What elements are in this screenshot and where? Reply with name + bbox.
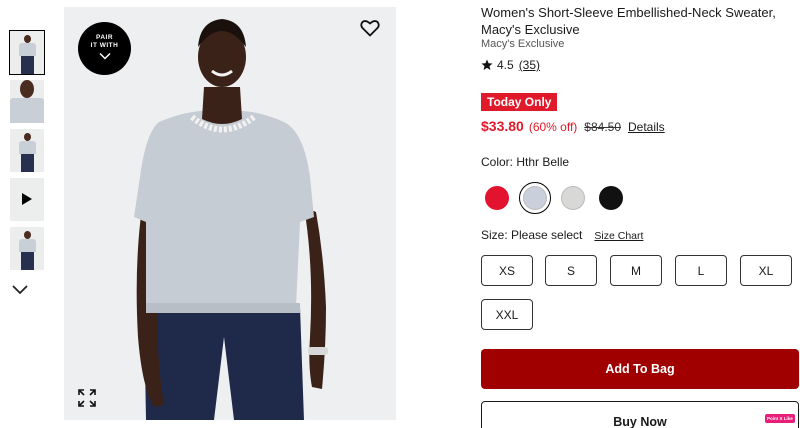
- thumbnail-strip: [9, 30, 46, 276]
- pair-badge-line2: IT WITH: [90, 42, 119, 49]
- today-only-badge: Today Only: [481, 93, 558, 111]
- thumbnail-3[interactable]: [10, 129, 44, 172]
- size-row: Size: Please select Size Chart: [481, 228, 643, 242]
- expand-icon[interactable]: [78, 389, 96, 407]
- thumbnail-5[interactable]: [10, 227, 44, 270]
- discount-percent: (60% off): [528, 120, 578, 134]
- main-product-image[interactable]: PAIR IT WITH: [64, 7, 396, 420]
- thumbnail-2[interactable]: [10, 80, 44, 123]
- brand-name[interactable]: Macy's Exclusive: [481, 38, 564, 50]
- review-count-link[interactable]: (35): [519, 58, 540, 72]
- swatch-black[interactable]: [595, 182, 627, 214]
- chevron-down-icon[interactable]: [11, 283, 29, 295]
- original-price: $84.50: [584, 120, 621, 134]
- swatch-light-gray[interactable]: [557, 182, 589, 214]
- pair-it-with-button[interactable]: PAIR IT WITH: [78, 22, 131, 75]
- point-like-badge[interactable]: Point X Like: [765, 414, 795, 423]
- size-xl-button[interactable]: XL: [740, 255, 792, 286]
- add-to-bag-button[interactable]: Add To Bag: [481, 349, 799, 389]
- heart-icon[interactable]: [360, 19, 380, 37]
- chevron-down-icon: [98, 52, 111, 60]
- size-xs-button[interactable]: XS: [481, 255, 533, 286]
- price-details-link[interactable]: Details: [628, 120, 665, 134]
- current-price: $33.80: [481, 118, 524, 134]
- size-l-button[interactable]: L: [675, 255, 727, 286]
- size-m-button[interactable]: M: [610, 255, 662, 286]
- size-chart-link[interactable]: Size Chart: [594, 230, 643, 242]
- size-s-button[interactable]: S: [545, 255, 597, 286]
- play-icon: [22, 193, 32, 205]
- thumbnail-1[interactable]: [9, 30, 45, 75]
- swatch-hthr-belle[interactable]: [519, 182, 551, 214]
- video-thumbnail[interactable]: [10, 178, 44, 221]
- thumbnail-figure: [24, 35, 31, 43]
- rating-value: 4.5: [497, 58, 514, 72]
- product-title: Women's Short-Sleeve Embellished-Neck Sw…: [481, 5, 776, 37]
- color-swatches: [481, 182, 633, 214]
- size-xxl-button[interactable]: XXL: [481, 299, 533, 330]
- rating: 4.5 (35): [481, 58, 540, 72]
- price-row: $33.80 (60% off) $84.50 Details: [481, 118, 665, 134]
- pair-badge-line1: PAIR: [95, 34, 114, 41]
- color-label: Color: Hthr Belle: [481, 155, 570, 169]
- swatch-red[interactable]: [481, 182, 513, 214]
- star-icon: [481, 59, 493, 70]
- buy-now-button[interactable]: Buy Now: [481, 401, 799, 428]
- size-label: Size: Please select: [481, 228, 583, 242]
